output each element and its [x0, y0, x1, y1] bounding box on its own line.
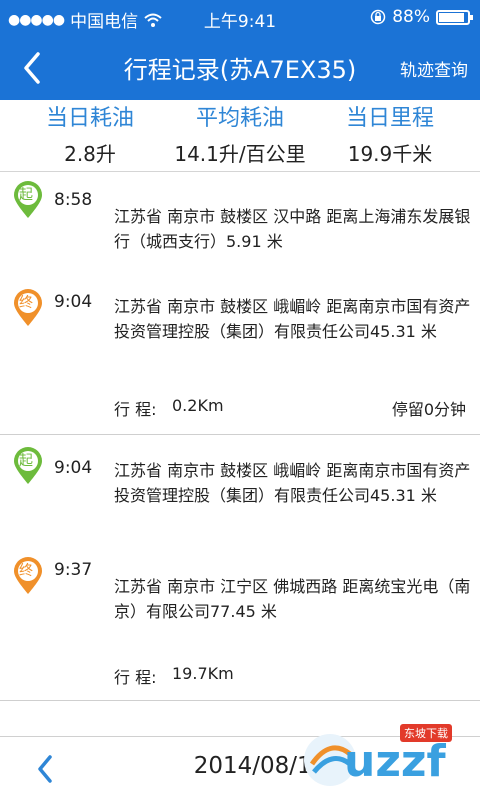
- end-time: 9:04: [54, 292, 93, 312]
- start-badge: 起: [19, 187, 33, 203]
- chevron-left-icon: [24, 52, 40, 84]
- end-pin-icon: 终: [12, 556, 44, 596]
- battery-icon: [436, 9, 473, 25]
- end-badge: 终: [19, 295, 33, 311]
- start-address: 江苏省 南京市 鼓楼区 汉中路 距离上海浦东发展银行（城西支行）5.91 米: [114, 207, 471, 251]
- start-address: 江苏省 南京市 鼓楼区 峨嵋岭 距离南京市国有资产投资管理控股（集团）有限责任公…: [114, 461, 471, 505]
- back-button[interactable]: [14, 46, 54, 90]
- end-address: 江苏省 南京市 江宁区 佛城西路 距离统宝光电（南京）有限公司77.45 米: [114, 577, 471, 621]
- start-time: 8:58: [54, 190, 93, 210]
- end-address: 江苏省 南京市 鼓楼区 峨嵋岭 距离南京市国有资产投资管理控股（集团）有限责任公…: [114, 297, 471, 341]
- start-pin-icon: 起: [12, 180, 44, 220]
- previous-day-button[interactable]: [30, 751, 60, 787]
- watermark-logo: 东坡下载 uzzf: [300, 724, 480, 796]
- page-title: 行程记录(苏A7EX35): [123, 56, 357, 84]
- start-badge: 起: [19, 453, 33, 469]
- status-right: 88%: [370, 7, 473, 27]
- summary-fuel: 当日耗油 2.8升: [10, 104, 170, 167]
- daily-summary: 当日耗油 2.8升 平均耗油 14.1升/百公里 当日里程 19.9千米: [0, 100, 480, 172]
- distance-value: 0.2Km: [172, 396, 224, 415]
- end-badge: 终: [19, 563, 33, 579]
- stay-duration: 停留0分钟: [391, 400, 466, 419]
- summary-mileage: 当日里程 19.9千米: [310, 104, 470, 167]
- summary-label: 平均耗油: [195, 106, 284, 131]
- end-pin-icon: 终: [12, 288, 44, 328]
- summary-value: 14.1升/百公里: [174, 142, 306, 166]
- status-bar: ●●●●● 中国电信 上午9:41 88%: [0, 0, 480, 36]
- summary-label: 当日里程: [345, 106, 434, 131]
- distance-label: 行 程:: [114, 400, 157, 419]
- summary-label: 当日耗油: [45, 106, 134, 131]
- trip-divider: [0, 434, 480, 435]
- track-query-button[interactable]: 轨迹查询: [400, 56, 468, 81]
- battery-fill: [439, 12, 464, 22]
- start-pin-icon: 起: [12, 446, 44, 486]
- nav-bar: 行程记录(苏A7EX35) 轨迹查询: [0, 36, 480, 100]
- summary-avg-fuel: 平均耗油 14.1升/百公里: [160, 104, 320, 167]
- rotation-lock-icon: [370, 9, 386, 25]
- battery-percent: 88%: [392, 7, 430, 27]
- start-time: 9:04: [54, 458, 93, 478]
- watermark-text: uzzf: [344, 736, 446, 787]
- summary-value: 2.8升: [64, 142, 116, 166]
- distance-value: 19.7Km: [172, 664, 234, 683]
- end-time: 9:37: [54, 560, 93, 580]
- distance-label: 行 程:: [114, 668, 157, 687]
- summary-value: 19.9千米: [347, 142, 433, 166]
- trip-divider: [0, 700, 480, 701]
- chevron-left-icon: [38, 755, 52, 783]
